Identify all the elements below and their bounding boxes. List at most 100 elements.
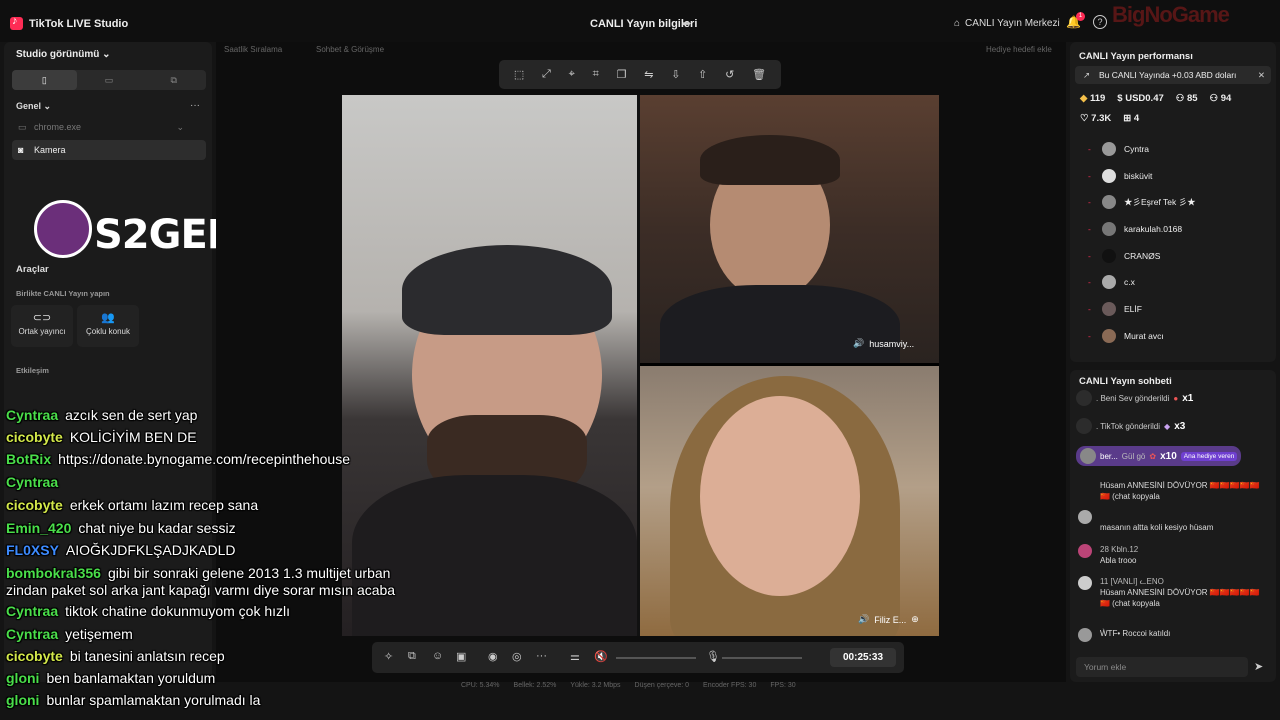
viewer-item[interactable]: - c.x (1088, 275, 1135, 289)
network-icon[interactable]: ⌘ (1190, 698, 1200, 709)
microphone-icon[interactable]: 🎙 (706, 650, 720, 663)
viewer-item[interactable]: - ELİF (1088, 302, 1142, 316)
fit-icon[interactable]: ⬚ (514, 68, 524, 81)
diamond-icon: ◆ (1080, 93, 1088, 104)
mic-slider[interactable] (722, 657, 802, 659)
earnings-notice: ↗ Bu CANLI Yayında +0.03 ABD doları ✕ (1075, 66, 1271, 84)
tools-heading: Araçlar (16, 264, 49, 275)
clock[interactable]: 23:49 18.04.2026 (1228, 694, 1270, 714)
layer-down-icon[interactable]: ⇩ (671, 68, 680, 81)
usd-metric: $ USD0.47 (1117, 93, 1164, 104)
center-icon[interactable]: ⌖ (569, 68, 575, 81)
source-camera[interactable]: ◙ Kamera (12, 140, 206, 160)
layout-segment: ▯ ▭ ⧉ (12, 70, 206, 90)
steam-icon[interactable] (766, 696, 781, 711)
tiktok-studio-icon[interactable] (853, 696, 868, 711)
search-icon: ⌕ (444, 698, 450, 709)
landscape-layout-icon[interactable]: ▭ (77, 70, 142, 90)
layer-up-icon[interactable]: ⇧ (698, 68, 707, 81)
taskbar-search[interactable]: ⌕ Ara (435, 692, 581, 716)
avatar (1080, 448, 1096, 464)
viewer-item[interactable]: - CRANØS (1088, 249, 1160, 263)
gifts-metric: ⊞ 4 (1123, 113, 1140, 124)
video-preview[interactable]: 🔊 husamviy... 🔊 Filiz E... ⊕ (342, 95, 939, 636)
send-icon[interactable]: ➤ (1254, 660, 1263, 673)
performance-title: CANLI Yayın performansı (1079, 51, 1193, 62)
microphone-icon[interactable]: 🎙 (1170, 698, 1183, 709)
obs-icon[interactable] (824, 696, 839, 711)
discord-icon[interactable] (737, 696, 752, 711)
viewer-item[interactable]: - ★彡Eşref Tek 彡★ (1088, 195, 1196, 209)
host-beanie (402, 245, 612, 335)
camera-settings-icon[interactable]: ◎ (512, 650, 522, 663)
expand-icon[interactable]: ⤢ (542, 68, 551, 81)
co-host-button[interactable]: ⊂⊃ Ortak yayıncı (11, 305, 73, 347)
live-center-link[interactable]: ⌂ CANLI Yayın Merkezi (954, 18, 1060, 29)
windows-start-icon[interactable] (411, 697, 425, 711)
tray-arrow-icon[interactable]: ⌃ (1128, 698, 1136, 709)
comment-input[interactable]: Yorum ekle (1076, 657, 1248, 677)
app-icon[interactable] (795, 696, 810, 711)
add-gift-goal[interactable]: Hediye hedefi ekle (986, 45, 1052, 54)
close-icon[interactable]: ✕ (1258, 66, 1265, 84)
app-title: TikTok LIVE Studio (10, 15, 128, 30)
chat-message: ẀTF• Roccoi katıldı (1078, 628, 1268, 642)
more-icon[interactable]: ··· (536, 650, 547, 662)
viewer-item[interactable]: - bisküvit (1088, 169, 1152, 183)
source-chrome[interactable]: ▭ chrome.exe ⌄ (12, 117, 206, 137)
viewer-item[interactable]: - karakulah.0168 (1088, 222, 1182, 236)
crop-icon[interactable]: ⌗ (593, 68, 599, 81)
viewer-item[interactable]: - Murat avcı (1088, 329, 1164, 343)
magic-icon[interactable]: ✧ (384, 650, 393, 663)
avatar (1078, 576, 1092, 590)
task-view-icon[interactable] (591, 696, 606, 711)
left-panel: Studio görünümü ⌄ ▯ ▭ ⧉ Genel ⌄ ··· ▭ chr… (4, 42, 282, 682)
add-icon[interactable]: ⊕ (911, 614, 919, 625)
avatar (1102, 142, 1116, 156)
heart-icon: ♡ (1080, 113, 1089, 124)
guest-1-body (660, 285, 900, 363)
mixer-icon[interactable]: ⚌ (570, 650, 580, 663)
volume-icon[interactable]: 🔊 (1210, 698, 1222, 709)
viewer-item[interactable]: - Cyntra (1088, 142, 1149, 156)
studio-view-dropdown[interactable]: Studio görünümü ⌄ (16, 49, 111, 60)
effects-icon[interactable]: ⧉ (408, 650, 416, 663)
live-performance: CANLI Yayın performansı ↗ Bu CANLI Yayınd… (1070, 42, 1276, 362)
volume-slider[interactable] (616, 657, 696, 659)
speaker-icon[interactable]: 🔊 (858, 614, 869, 625)
sticker-icon[interactable]: ☺ (432, 650, 443, 662)
layout-icon[interactable]: ▣ (456, 650, 466, 663)
file-explorer-icon[interactable] (678, 696, 693, 711)
live-chat: CANLI Yayın sohbeti . Beni Sev gönderild… (1070, 370, 1276, 682)
rotate-icon[interactable]: ↺ (725, 68, 734, 81)
chrome-icon[interactable] (707, 696, 722, 711)
streamer-logo (34, 200, 92, 258)
avatar (1102, 249, 1116, 263)
metrics-row-2: ♡ 7.3K ⊞ 4 (1080, 113, 1139, 124)
hourly-ranking[interactable]: Saatlik Sıralama (224, 45, 282, 54)
mute-speaker-icon[interactable]: 🔇 (594, 650, 608, 663)
speaker-icon[interactable]: 🔊 (853, 338, 864, 349)
add-user-icon: ⚇ (1209, 93, 1219, 104)
more-icon[interactable]: ··· (190, 100, 200, 111)
scene-general[interactable]: Genel ⌄ (16, 101, 51, 112)
chat-message: 28 Kbln.12 Abla trooo (1078, 544, 1268, 566)
copy-icon[interactable]: ❐ (617, 68, 627, 81)
app-icon[interactable] (620, 696, 635, 711)
dual-layout-icon[interactable]: ⧉ (141, 70, 206, 90)
share-icon[interactable]: ➦ (682, 17, 691, 30)
edit-toolbar: ⬚ ⤢ ⌖ ⌗ ❐ ⇋ ⇩ ⇧ ↺ 🗑 (499, 60, 781, 89)
avatar (1102, 329, 1116, 343)
portrait-layout-icon[interactable]: ▯ (12, 70, 77, 90)
avatar (1102, 222, 1116, 236)
record-icon[interactable]: ◉ (488, 650, 498, 663)
overlay-message: gloni bunlar spamlamaktan yorulmadı la (6, 692, 261, 708)
avatar (1102, 275, 1116, 289)
flip-icon[interactable]: ⇋ (644, 68, 653, 81)
multi-guest-button[interactable]: 👥 Çoklu konuk (77, 305, 139, 347)
trash-icon[interactable]: 🗑 (752, 68, 766, 81)
app-icon[interactable] (649, 696, 664, 711)
chat-and-call[interactable]: Sohbet & Görüşme (316, 45, 384, 54)
help-icon[interactable]: ? (1093, 15, 1107, 29)
tray-app-icon[interactable]: ⟳ (1148, 698, 1156, 709)
